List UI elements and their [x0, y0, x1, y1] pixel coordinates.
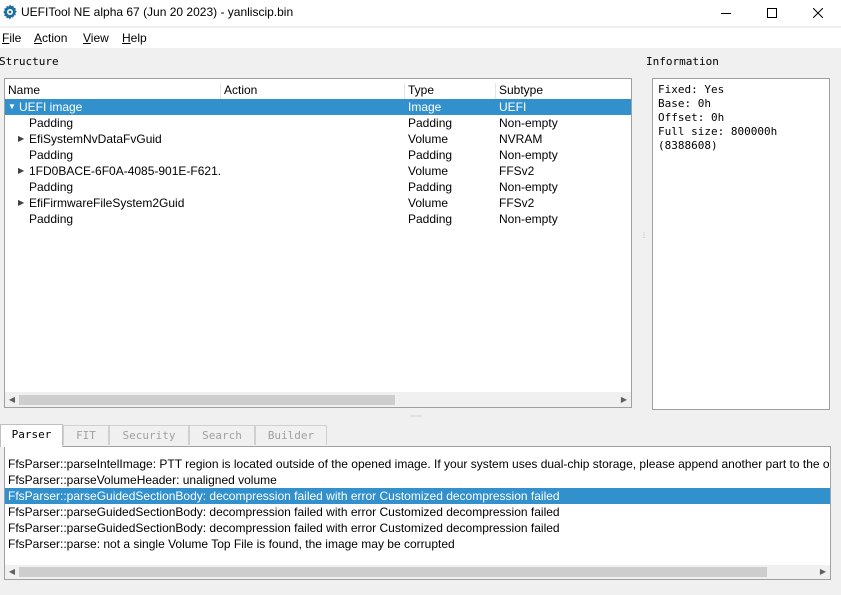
cell-subtype: Non-empty: [499, 116, 558, 130]
message-item[interactable]: FfsParser::parseGuidedSectionBody: decom…: [5, 488, 830, 504]
cell-type: Volume: [408, 196, 449, 210]
maximize-icon: [767, 8, 777, 18]
scrollbar-thumb[interactable]: [19, 567, 767, 577]
message-item[interactable]: FfsParser::parseGuidedSectionBody: decom…: [5, 520, 830, 536]
column-header-subtype[interactable]: Subtype: [496, 83, 631, 99]
maximize-button[interactable]: [749, 0, 795, 26]
cell-subtype: FFSv2: [499, 196, 535, 210]
tree-row[interactable]: ▼ UEFI image Image UEFI: [5, 99, 631, 115]
gear-icon: [2, 4, 18, 20]
cell-type: Padding: [408, 212, 453, 226]
cell-name: Padding: [29, 148, 74, 162]
menu-file-rest: ile: [9, 31, 22, 45]
chevron-down-icon[interactable]: ▼: [8, 102, 16, 112]
column-header-type[interactable]: Type: [405, 83, 496, 99]
tab-bar: Parser FIT Security Search Builder: [0, 424, 841, 447]
structure-tree[interactable]: Name Action Type Subtype ▼ UEFI image Imag…: [4, 78, 632, 408]
cell-subtype: FFSv2: [499, 164, 535, 178]
tree-row[interactable]: ▶ EfiFirmwareFileSystem2Guid Volume FFSv2: [5, 195, 631, 211]
menu-action-rest: ction: [42, 31, 68, 45]
parser-messages-list[interactable]: FfsParser::parseIntelImage: PTT region i…: [4, 446, 831, 580]
cell-subtype: Non-empty: [499, 212, 558, 226]
window-title: UEFITool NE alpha 67 (Jun 20 2023) - yan…: [21, 5, 294, 19]
cell-type: Volume: [408, 164, 449, 178]
tree-row[interactable]: Padding Padding Non-empty: [5, 179, 631, 195]
chevron-right-icon[interactable]: ▶: [18, 198, 26, 208]
cell-subtype: UEFI: [499, 100, 527, 114]
vertical-splitter-handle[interactable]: ⋮: [641, 232, 647, 239]
menu-help[interactable]: Help: [122, 31, 147, 45]
information-panel: Fixed: Yes Base: 0h Offset: 0h Full size…: [652, 78, 830, 410]
scroll-left-icon[interactable]: ◀: [5, 565, 19, 579]
menu-view[interactable]: View: [83, 31, 109, 45]
title-bar: UEFITool NE alpha 67 (Jun 20 2023) - yan…: [0, 0, 841, 26]
cell-name: EfiFirmwareFileSystem2Guid: [29, 196, 185, 210]
tree-row[interactable]: Padding Padding Non-empty: [5, 211, 631, 227]
menu-help-rest: elp: [130, 31, 147, 45]
tab-search[interactable]: Search: [189, 425, 255, 445]
close-button[interactable]: [795, 0, 841, 26]
message-item[interactable]: FfsParser::parse: not a single Volume To…: [5, 536, 830, 552]
column-header-action[interactable]: Action: [221, 83, 405, 99]
tab-builder[interactable]: Builder: [255, 425, 327, 445]
cell-type: Padding: [408, 148, 453, 162]
menu-action[interactable]: Action: [34, 31, 67, 45]
chevron-right-icon[interactable]: ▶: [18, 134, 26, 144]
cell-name: EfiSystemNvDataFvGuid: [29, 132, 162, 146]
cell-name: Padding: [29, 116, 74, 130]
close-icon: [813, 8, 823, 18]
menu-view-mnemonic: V: [83, 31, 91, 45]
structure-label: Structure: [0, 55, 59, 68]
menu-bar: File Action View Help: [0, 28, 841, 48]
horizontal-splitter-handle[interactable]: ⋯⋯: [410, 413, 422, 420]
scrollbar-thumb[interactable]: [19, 395, 395, 405]
tree-row[interactable]: ▶ EfiSystemNvDataFvGuid Volume NVRAM: [5, 131, 631, 147]
tree-horizontal-scrollbar[interactable]: ◀ ▶: [5, 392, 631, 407]
cell-subtype: Non-empty: [499, 180, 558, 194]
cell-type: Padding: [408, 180, 453, 194]
cell-type: Image: [408, 100, 442, 114]
cell-subtype: NVRAM: [499, 132, 543, 146]
cell-name: 1FD0BACE-6F0A-4085-901E-F621...: [29, 164, 221, 178]
scroll-right-icon[interactable]: ▶: [617, 393, 631, 407]
menu-action-mnemonic: A: [34, 31, 43, 45]
minimize-icon: [721, 13, 731, 14]
tab-parser[interactable]: Parser: [0, 424, 63, 447]
scroll-left-icon[interactable]: ◀: [5, 393, 19, 407]
menu-view-rest: iew: [90, 31, 109, 45]
cell-name: Padding: [29, 180, 74, 194]
cell-subtype: Non-empty: [499, 148, 558, 162]
cell-name: UEFI image: [19, 100, 83, 114]
tab-fit[interactable]: FIT: [63, 425, 109, 445]
message-item[interactable]: FfsParser::parseGuidedSectionBody: decom…: [5, 504, 830, 520]
tab-security[interactable]: Security: [109, 425, 189, 445]
information-label: Information: [646, 55, 719, 68]
cell-name: Padding: [29, 212, 74, 226]
tree-header: Name Action Type Subtype: [5, 81, 631, 100]
cell-type: Padding: [408, 116, 453, 130]
tree-row[interactable]: ▶ 1FD0BACE-6F0A-4085-901E-F621... Volume FF…: [5, 163, 631, 179]
cell-type: Volume: [408, 132, 449, 146]
minimize-button[interactable]: [703, 0, 749, 26]
scroll-right-icon[interactable]: ▶: [816, 565, 830, 579]
message-item[interactable]: FfsParser::parseIntelImage: PTT region i…: [5, 456, 830, 472]
message-item[interactable]: FfsParser::parseVolumeHeader: unaligned …: [5, 472, 830, 488]
tree-row[interactable]: Padding Padding Non-empty: [5, 147, 631, 163]
menu-file[interactable]: File: [2, 31, 21, 45]
messages-horizontal-scrollbar[interactable]: ◀ ▶: [5, 565, 830, 579]
menu-help-mnemonic: H: [122, 31, 131, 45]
column-header-name[interactable]: Name: [5, 83, 221, 99]
chevron-right-icon[interactable]: ▶: [18, 166, 26, 176]
tree-row[interactable]: Padding Padding Non-empty: [5, 115, 631, 131]
